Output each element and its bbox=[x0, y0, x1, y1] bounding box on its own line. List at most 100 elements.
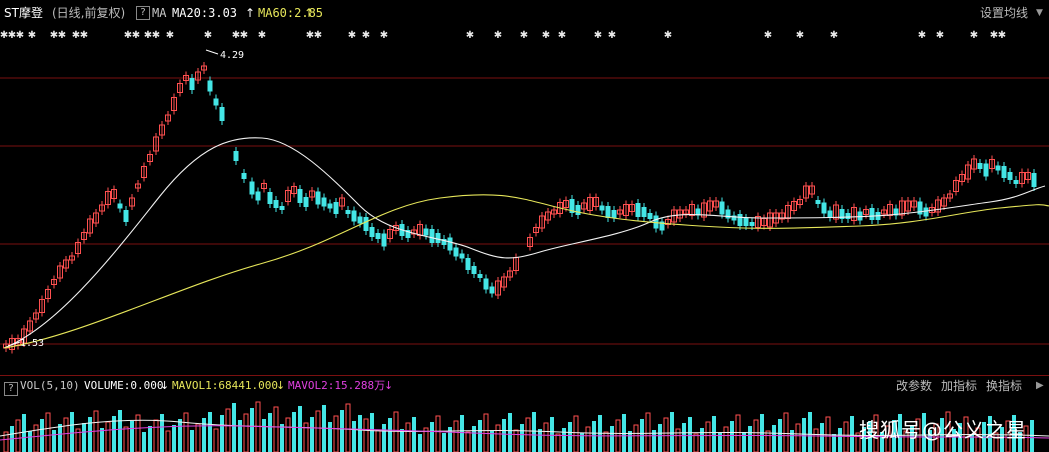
volume-bar bbox=[633, 424, 639, 452]
volume-bar bbox=[388, 418, 392, 452]
star-marker-icon: ✱ bbox=[764, 30, 772, 41]
star-marker-icon: ✱ bbox=[348, 30, 356, 41]
volume-bar bbox=[453, 420, 459, 452]
star-marker-icon: ✱ bbox=[594, 30, 602, 41]
candle-body bbox=[635, 203, 641, 217]
candle-body bbox=[477, 274, 483, 278]
star-marker-icon: ✱ bbox=[664, 30, 672, 41]
settings-ma-button[interactable]: 设置均线 bbox=[980, 0, 1028, 26]
candle-body bbox=[749, 222, 755, 226]
star-marker-icon: ✱ bbox=[796, 30, 804, 41]
price-high-label: 4.29 bbox=[220, 50, 244, 61]
volume-bar bbox=[238, 420, 242, 452]
candle-body bbox=[279, 206, 285, 210]
volume-bar bbox=[400, 429, 404, 452]
candle-body bbox=[117, 203, 123, 209]
help-icon[interactable]: ? bbox=[136, 6, 150, 20]
candle-body bbox=[995, 165, 1001, 171]
candle-body bbox=[267, 192, 273, 204]
volume-bar bbox=[100, 428, 104, 452]
volume-bar bbox=[63, 417, 69, 452]
volume-bar bbox=[418, 434, 422, 452]
edit-params-button[interactable]: 改参数 bbox=[896, 376, 932, 396]
volume-bar bbox=[412, 417, 416, 452]
mavol2-value: MAVOL2:15.288万 bbox=[288, 379, 386, 392]
volume-bar bbox=[262, 419, 266, 452]
candle-body bbox=[647, 213, 653, 219]
ma20-arrow-icon: ↑ bbox=[245, 6, 256, 20]
volume-bar bbox=[753, 419, 759, 452]
volume-bar bbox=[850, 416, 854, 452]
volume-bar bbox=[328, 422, 332, 452]
star-marker-icon: ✱ bbox=[830, 30, 838, 41]
ma20-line bbox=[3, 137, 1046, 349]
star-marker-icon: ✱ bbox=[380, 30, 388, 41]
candle-body bbox=[315, 191, 321, 205]
volume-bar bbox=[160, 414, 164, 452]
candle-body bbox=[345, 210, 351, 214]
candle-body bbox=[605, 206, 611, 218]
volume-bar bbox=[688, 417, 692, 452]
volume-bar bbox=[358, 415, 362, 452]
star-marker-icon: ✱ bbox=[16, 30, 24, 41]
candle-body bbox=[273, 200, 279, 208]
volume-bar bbox=[202, 418, 206, 452]
candle-body bbox=[189, 78, 195, 90]
candle-body bbox=[357, 216, 363, 224]
candle-body bbox=[369, 227, 375, 237]
volume-bar bbox=[382, 424, 386, 452]
star-marker-icon: ✱ bbox=[362, 30, 370, 41]
settings-dropdown-icon[interactable]: ▼ bbox=[1036, 0, 1043, 26]
mavol1-value: MAVOL1:68441.000 bbox=[172, 379, 278, 392]
candle-body bbox=[827, 210, 833, 218]
volume-bar bbox=[808, 412, 812, 452]
volume-bar bbox=[663, 417, 669, 452]
volume-bar bbox=[478, 420, 482, 452]
stock-name[interactable]: ST摩登 bbox=[4, 0, 43, 26]
watermark: 搜狐号@公义之星 bbox=[859, 418, 1027, 442]
star-marker-icon: ✱ bbox=[970, 30, 978, 41]
volume-bar bbox=[292, 412, 296, 452]
volume-bar bbox=[670, 412, 674, 452]
star-marker-icon: ✱ bbox=[28, 30, 36, 41]
volume-bar bbox=[82, 423, 86, 452]
candle-body bbox=[453, 247, 459, 257]
ma20-value: MA20:3.03 bbox=[172, 6, 238, 20]
star-marker-icon: ✱ bbox=[240, 30, 248, 41]
candle-body bbox=[375, 233, 381, 239]
add-indicator-button[interactable]: 加指标 bbox=[941, 376, 977, 396]
switch-indicator-button[interactable]: 换指标 bbox=[986, 376, 1022, 396]
candle-body bbox=[483, 278, 489, 290]
candle-body bbox=[207, 80, 213, 92]
volume-help-icon[interactable]: ? bbox=[4, 382, 18, 396]
volume-bar bbox=[273, 406, 279, 452]
volume-bar bbox=[555, 433, 561, 452]
high-pointer bbox=[205, 49, 219, 55]
volume-indicator-name: VOL(5,10) bbox=[20, 379, 80, 392]
volume-bar bbox=[105, 421, 111, 452]
volume-bar bbox=[315, 410, 321, 452]
scroll-right-icon[interactable]: ▶ bbox=[1036, 376, 1044, 396]
volume-bar bbox=[213, 428, 219, 452]
volume-bar bbox=[363, 418, 369, 452]
mavol2-arrow-icon: ↓ bbox=[384, 379, 394, 392]
volume-bar bbox=[345, 403, 351, 452]
candle-body bbox=[321, 197, 327, 207]
volume-bar bbox=[573, 415, 579, 452]
volume-bar bbox=[513, 429, 519, 452]
candlestick-chart[interactable]: ✱ ✱ ✱ ✱ ✱ ✱ ✱ ✱ ✱ ✱ ✱ ✱ ✱ ✱ ✱ ✱ ✱ ✱ ✱ ✱ ✱ ✱ ✱ ✱ ✱ ✱ ✱ ✱ ✱ ✱ ✱ ✱ ✱ ✱ ✱ ✱ ✱ ✱4.… bbox=[0, 26, 1049, 376]
candle-body bbox=[977, 163, 983, 169]
volume-bar bbox=[393, 411, 399, 452]
volume-bar bbox=[543, 422, 549, 452]
volume-bar bbox=[243, 413, 249, 452]
star-marker-icon: ✱ bbox=[58, 30, 66, 41]
candle-body bbox=[1001, 166, 1007, 178]
candle-body bbox=[435, 233, 441, 243]
candle-body bbox=[599, 205, 605, 211]
volume-bar bbox=[645, 412, 651, 452]
candle-body bbox=[123, 210, 129, 222]
candle-body bbox=[381, 233, 387, 247]
volume-bar bbox=[585, 426, 591, 452]
volume-bar bbox=[88, 417, 92, 452]
volume-bar bbox=[33, 424, 39, 452]
